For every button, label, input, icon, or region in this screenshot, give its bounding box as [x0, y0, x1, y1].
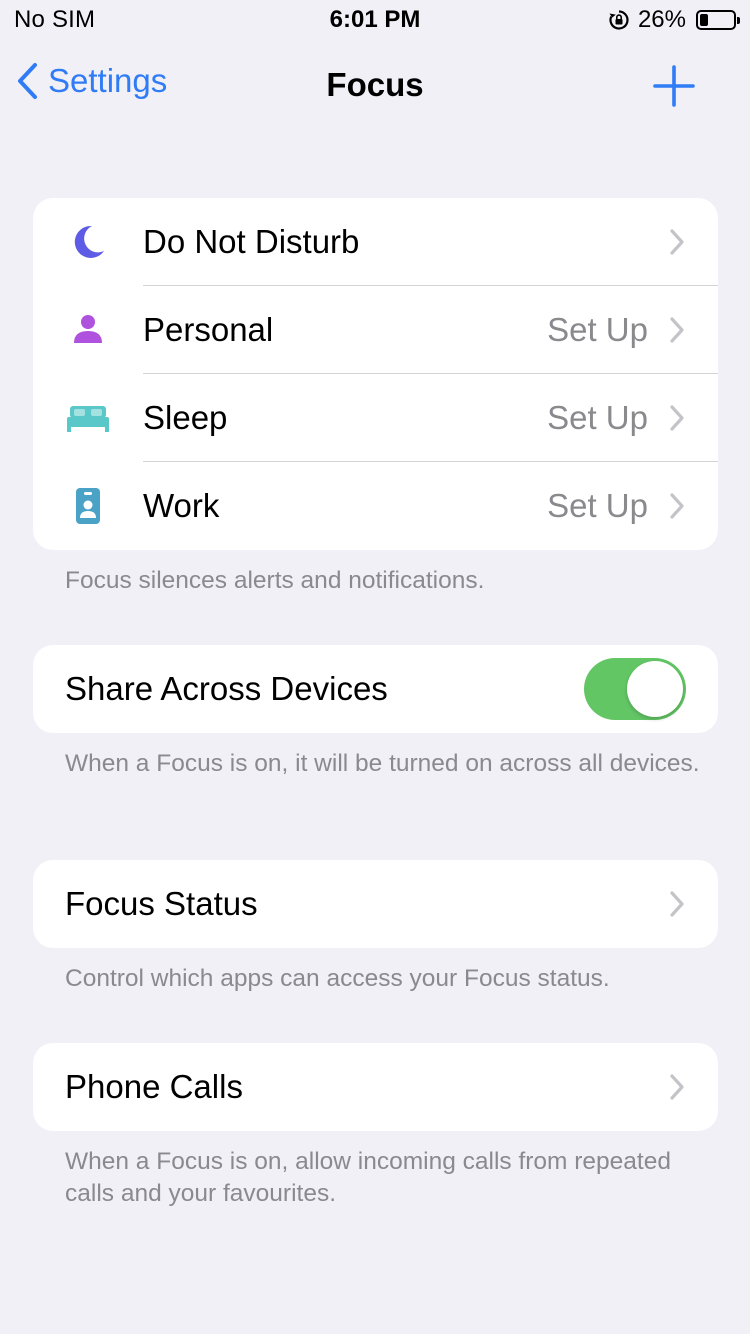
phone-calls-label: Phone Calls — [65, 1068, 243, 1105]
page-title: Focus — [326, 66, 424, 103]
battery-level-fill — [700, 14, 709, 26]
plus-icon — [653, 65, 695, 107]
bed-icon — [63, 393, 113, 443]
chevron-right-icon — [670, 493, 684, 519]
focus-mode-label: Sleep — [143, 399, 228, 436]
focus-mode-do-not-disturb[interactable]: Do Not Disturb — [33, 198, 718, 286]
battery-icon — [696, 10, 740, 30]
navigation-bar: Settings Focus — [0, 50, 750, 120]
focus-mode-value: Set Up — [547, 311, 648, 348]
share-across-devices-toggle[interactable] — [584, 658, 686, 720]
moon-icon — [63, 217, 113, 267]
focus-status-card: Focus Status — [33, 860, 718, 948]
focus-status-footnote: Control which apps can access your Focus… — [65, 965, 610, 992]
person-icon — [63, 305, 113, 355]
status-bar: No SIM 6:01 PM 26% — [0, 0, 750, 40]
share-across-devices-footnote: When a Focus is on, it will be turned on… — [65, 750, 700, 777]
status-right: 26% — [608, 6, 740, 34]
chevron-right-icon — [670, 1074, 684, 1100]
battery-percent: 26% — [637, 6, 686, 33]
focus-mode-label: Personal — [143, 311, 274, 348]
chevron-right-icon — [670, 891, 684, 917]
phone-calls-footnote: When a Focus is on, allow incoming calls… — [65, 1148, 671, 1207]
focus-mode-personal[interactable]: Personal Set Up — [33, 286, 718, 374]
focus-modes-card: Do Not Disturb Personal Set Up Sleep Set… — [33, 198, 718, 550]
chevron-right-icon — [670, 405, 684, 431]
chevron-right-icon — [670, 317, 684, 343]
phone-calls-row[interactable]: Phone Calls — [33, 1043, 718, 1131]
share-across-devices-card: Share Across Devices — [33, 645, 718, 733]
focus-mode-sleep[interactable]: Sleep Set Up — [33, 374, 718, 462]
focus-mode-label: Do Not Disturb — [143, 223, 360, 260]
share-across-devices-label: Share Across Devices — [65, 670, 388, 707]
focus-modes-footnote: Focus silences alerts and notifications. — [65, 567, 485, 594]
focus-mode-label: Work — [143, 487, 220, 524]
rotation-lock-icon — [608, 9, 630, 31]
focus-mode-value: Set Up — [547, 399, 648, 436]
focus-status-row[interactable]: Focus Status — [33, 860, 718, 948]
focus-mode-work[interactable]: Work Set Up — [33, 462, 718, 550]
toggle-knob — [627, 661, 683, 717]
id-badge-icon — [63, 481, 113, 531]
chevron-right-icon — [670, 229, 684, 255]
share-across-devices-row: Share Across Devices — [33, 645, 718, 733]
phone-calls-card: Phone Calls — [33, 1043, 718, 1131]
add-focus-button[interactable] — [652, 64, 696, 108]
focus-mode-value: Set Up — [547, 487, 648, 524]
focus-status-label: Focus Status — [65, 885, 258, 922]
